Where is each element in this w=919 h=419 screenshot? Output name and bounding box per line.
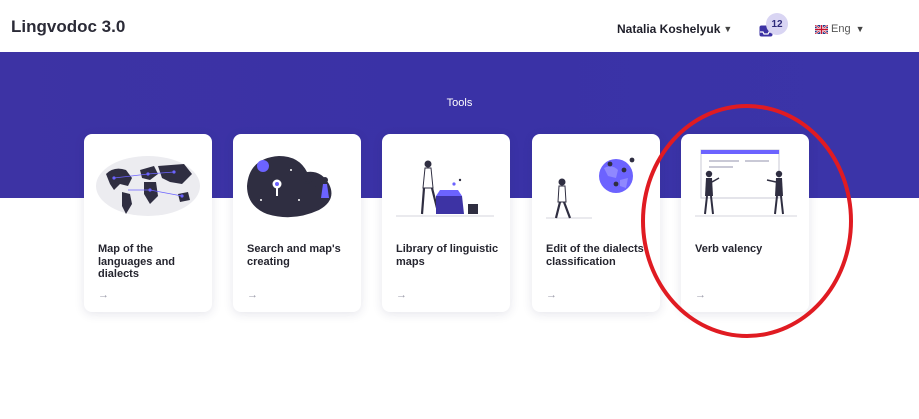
arrow-right-icon: → bbox=[546, 289, 557, 301]
card-label: Edit of the dialects classification bbox=[546, 243, 644, 268]
card-label: Map of the languages and dialects bbox=[98, 243, 176, 280]
presentation-board-illustration bbox=[695, 149, 797, 217]
card-label: Search and map's creating bbox=[247, 243, 341, 268]
globe-pins-illustration bbox=[546, 157, 635, 219]
arrow-right-icon: → bbox=[695, 289, 706, 301]
tool-card-verb-valency[interactable]: Verb valency → bbox=[681, 134, 809, 312]
language-label: Eng bbox=[831, 23, 851, 35]
search-planet-illustration bbox=[247, 156, 332, 218]
world-map-illustration bbox=[96, 156, 200, 216]
arrow-right-icon: → bbox=[396, 289, 407, 301]
tool-card-languages-map[interactable]: Map of the languages and dialects → bbox=[84, 134, 212, 312]
tool-card-search-maps[interactable]: Search and map's creating → bbox=[233, 134, 361, 312]
arrow-right-icon: → bbox=[247, 289, 258, 301]
card-label: Verb valency bbox=[695, 243, 763, 255]
tools-title: Tools bbox=[446, 97, 473, 109]
arrow-right-icon: → bbox=[98, 289, 109, 301]
app-logo[interactable]: Lingvodoc 3.0 bbox=[11, 17, 125, 37]
library-illustration bbox=[396, 160, 494, 217]
notifications-button[interactable]: 12 bbox=[759, 13, 788, 39]
caret-down-icon: ▼ bbox=[723, 24, 733, 34]
tool-card-dialects-classification[interactable]: Edit of the dialects classification → bbox=[532, 134, 660, 312]
notifications-badge: 12 bbox=[766, 13, 788, 35]
user-menu-dropdown[interactable]: Natalia Koshelyuk ▼ bbox=[617, 22, 732, 36]
top-navbar: Lingvodoc 3.0 Natalia Koshelyuk ▼ 12 Eng… bbox=[0, 0, 919, 52]
tool-card-maps-library[interactable]: Library of linguistic maps → bbox=[382, 134, 510, 312]
caret-down-icon: ▼ bbox=[855, 24, 865, 34]
uk-flag-icon bbox=[815, 24, 828, 34]
user-name: Natalia Koshelyuk bbox=[617, 22, 721, 36]
card-label: Library of linguistic maps bbox=[396, 243, 499, 268]
language-selector[interactable]: Eng ▼ bbox=[815, 23, 865, 35]
